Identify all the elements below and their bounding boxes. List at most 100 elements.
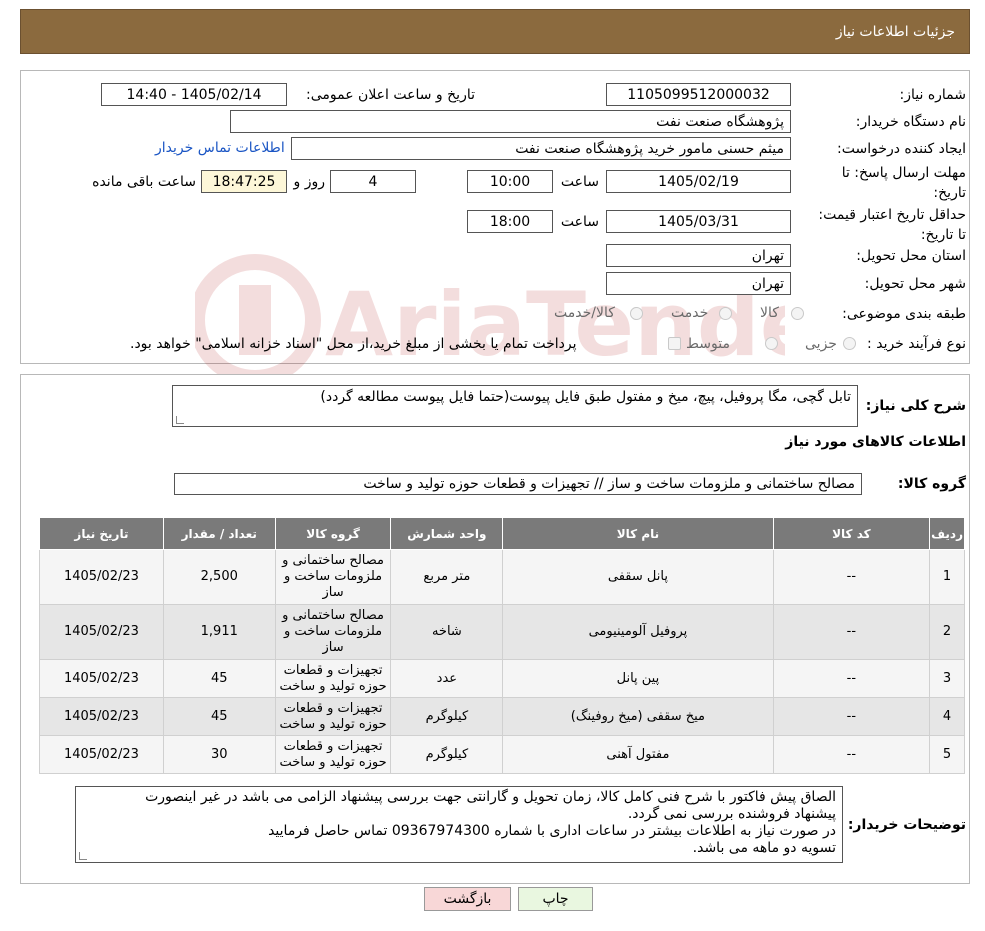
buyer-notes-line: در صورت نیاز به اطلاعات بیشتر در ساعات ا… (268, 823, 836, 839)
announce-datetime-field: 1405/02/14 - 14:40 (101, 83, 287, 106)
cell-quantity: 45 (162, 659, 276, 698)
delivery-province-label: استان محل تحویل: (856, 248, 966, 264)
cell-row-number: 4 (929, 697, 965, 736)
cell-name: میخ سقفی (میخ روفینگ) (502, 697, 774, 736)
reply-deadline-date-field: 1405/02/19 (606, 170, 791, 193)
days-label: روز و (293, 174, 326, 190)
items-section-title: اطلاعات کالاهای مورد نیاز (785, 434, 966, 450)
table-header-row: ردیف کد کالا نام کالا واحد شمارش گروه کا… (39, 517, 965, 550)
col-header-code: کد کالا (772, 517, 931, 550)
cell-group: تجهیزات و قطعات حوزه تولید و ساخت (274, 697, 392, 736)
category-radio-goods-service[interactable] (630, 307, 643, 320)
items-table: ردیف کد کالا نام کالا واحد شمارش گروه کا… (39, 517, 965, 774)
cell-name: پین پانل (502, 659, 774, 698)
price-validity-time-field: 18:00 (467, 210, 553, 233)
buyer-org-field: پژوهشگاه صنعت نفت (230, 110, 791, 133)
cell-group: تجهیزات و قطعات حوزه تولید و ساخت (274, 659, 392, 698)
delivery-province-field: تهران (606, 244, 791, 267)
resize-handle-icon[interactable] (176, 416, 184, 424)
cell-code: -- (772, 604, 931, 660)
cell-unit: شاخه (390, 604, 504, 660)
col-header-date: تاریخ نیاز (39, 517, 164, 550)
process-radio-minor-label: جزیی (805, 336, 837, 352)
cell-row-number: 5 (929, 735, 965, 774)
cell-code: -- (772, 697, 931, 736)
table-row: 3 -- پین پانل عدد تجهیزات و قطعات حوزه ت… (39, 659, 965, 698)
page-header: جزئیات اطلاعات نیاز (20, 9, 970, 54)
announce-datetime-label: تاریخ و ساعت اعلان عمومی: (306, 87, 475, 103)
remaining-time-label: ساعت باقی مانده (92, 174, 196, 190)
cell-group: تجهیزات و قطعات حوزه تولید و ساخت (274, 735, 392, 774)
buyer-contact-link[interactable]: اطلاعات تماس خریدار (155, 140, 285, 156)
price-validity-time-label: ساعت (560, 214, 599, 230)
process-radio-medium[interactable] (765, 337, 778, 350)
cell-quantity: 30 (162, 735, 276, 774)
cell-unit: کیلوگرم (390, 735, 504, 774)
cell-date: 1405/02/23 (39, 697, 164, 736)
resize-handle-icon[interactable] (79, 852, 87, 860)
table-row: 5 -- مفتول آهنی کیلوگرم تجهیزات و قطعات … (39, 735, 965, 774)
reply-deadline-time-label: ساعت (560, 174, 599, 190)
price-validity-label: حداقل تاریخ اعتبار قیمت: تا تاریخ: (818, 207, 966, 243)
process-radio-minor[interactable] (843, 337, 856, 350)
cell-unit: کیلوگرم (390, 697, 504, 736)
need-number-label: شماره نیاز: (899, 87, 967, 103)
remaining-time-field: 18:47:25 (201, 170, 287, 193)
cell-code: -- (772, 735, 931, 774)
reply-deadline-time-field: 10:00 (467, 170, 553, 193)
cell-date: 1405/02/23 (39, 604, 164, 660)
summary-field: تابل گچی، مگا پروفیل، پیچ، میخ و مفتول ط… (172, 385, 858, 427)
cell-date: 1405/02/23 (39, 659, 164, 698)
cell-date: 1405/02/23 (39, 735, 164, 774)
cell-code: -- (772, 549, 931, 605)
back-button[interactable]: بازگشت (424, 887, 511, 911)
cell-unit: عدد (390, 659, 504, 698)
category-radio-service-label: خدمت (671, 305, 709, 321)
reply-deadline-label: مهلت ارسال پاسخ: تا تاریخ: (841, 165, 966, 201)
summary-text: تابل گچی، مگا پروفیل، پیچ، میخ و مفتول ط… (320, 389, 851, 405)
cell-name: مفتول آهنی (502, 735, 774, 774)
col-header-quantity: تعداد / مقدار (162, 517, 276, 550)
cell-date: 1405/02/23 (39, 549, 164, 605)
category-radio-goods-label: کالا (760, 305, 779, 321)
buyer-notes-line: الصاق پیش فاکتور با شرح فنی کامل کالا، ز… (145, 789, 836, 805)
cell-group: مصالح ساختمانی و ملزومات ساخت و ساز (274, 549, 392, 605)
requester-field: میثم حسنی مامور خرید پژوهشگاه صنعت نفت (291, 137, 791, 160)
category-radio-goods[interactable] (791, 307, 804, 320)
cell-name: پروفیل آلومینیومی (502, 604, 774, 660)
treasury-checkbox[interactable] (668, 337, 681, 350)
buyer-notes-line: تسویه دو ماهه می باشد. (692, 840, 836, 856)
category-radio-goods-service-label: کالا/خدمت (554, 305, 615, 321)
cell-row-number: 3 (929, 659, 965, 698)
cell-quantity: 2,500 (162, 549, 276, 605)
category-radio-service[interactable] (719, 307, 732, 320)
col-header-row-number: ردیف (929, 517, 965, 550)
table-row: 1 -- پانل سقفی متر مربع مصالح ساختمانی و… (39, 549, 965, 605)
price-validity-date-field: 1405/03/31 (606, 210, 791, 233)
category-label: طبقه بندی موضوعی: (842, 306, 966, 322)
process-radio-medium-label: متوسط (686, 336, 730, 352)
col-header-group: گروه کالا (274, 517, 392, 550)
delivery-city-field: تهران (606, 272, 791, 295)
print-button[interactable]: چاپ (518, 887, 593, 911)
buyer-org-label: نام دستگاه خریدار: (855, 114, 966, 130)
cell-unit: متر مربع (390, 549, 504, 605)
summary-label: شرح کلی نیاز: (865, 398, 966, 414)
col-header-unit: واحد شمارش (390, 517, 504, 550)
cell-row-number: 2 (929, 604, 965, 660)
table-row: 4 -- میخ سقفی (میخ روفینگ) کیلوگرم تجهیز… (39, 697, 965, 736)
buyer-notes-label: توضیحات خریدار: (847, 817, 966, 833)
goods-group-label: گروه کالا: (897, 476, 966, 492)
cell-quantity: 45 (162, 697, 276, 736)
treasury-note: پرداخت تمام یا بخشی از مبلغ خرید،از محل … (130, 336, 577, 352)
col-header-name: نام کالا (502, 517, 774, 550)
purchase-process-label: نوع فرآیند خرید : (867, 336, 966, 352)
goods-group-field: مصالح ساختمانی و ملزومات ساخت و ساز // ت… (174, 473, 862, 495)
buyer-notes-field: الصاق پیش فاکتور با شرح فنی کامل کالا، ز… (75, 786, 843, 863)
need-number-field: 1105099512000032 (606, 83, 791, 106)
page-title: جزئیات اطلاعات نیاز (835, 23, 955, 40)
requester-label: ایجاد کننده درخواست: (837, 141, 966, 157)
cell-row-number: 1 (929, 549, 965, 605)
remaining-days-field: 4 (330, 170, 416, 193)
cell-quantity: 1,911 (162, 604, 276, 660)
